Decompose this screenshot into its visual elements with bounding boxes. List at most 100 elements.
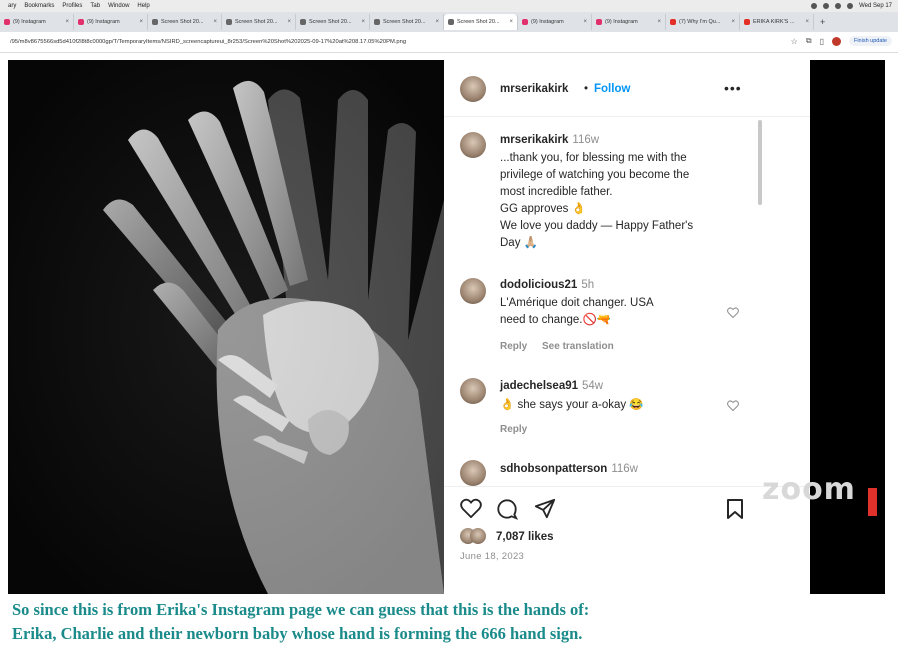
header-divider — [444, 116, 810, 117]
share-icon[interactable] — [534, 498, 556, 520]
actions-divider — [444, 486, 810, 487]
dot-separator: • — [584, 83, 589, 95]
menu-item-help[interactable]: Help — [137, 3, 149, 9]
browser-tab[interactable]: (9) Instagram × — [592, 14, 666, 30]
tab-close-icon[interactable]: × — [583, 19, 587, 25]
liker-avatar[interactable] — [470, 528, 486, 544]
follow-button[interactable]: Follow — [594, 83, 630, 95]
toolbar-icons: ☆ ⧉ ▯ Finish update — [791, 36, 892, 46]
video-frame: mrserikakirk • Follow ••• mrserikakirk 11… — [8, 60, 885, 594]
os-menu-bar: ary Bookmarks Profiles Tab Window Help W… — [0, 0, 898, 12]
tab-label: Screen Shot 20... — [457, 19, 500, 25]
tab-label: (9) Instagram — [13, 19, 46, 25]
tab-favicon-icon — [152, 19, 158, 25]
comment-avatar[interactable] — [460, 278, 486, 304]
url-text[interactable]: /95/m8v8675566sd5d410f2l8t8c0000gp/T/Tem… — [10, 39, 406, 45]
menu-item-history[interactable]: ary — [8, 3, 16, 9]
reply-link[interactable]: Reply — [500, 341, 527, 352]
sidebar-icon[interactable]: ▯ — [820, 37, 824, 46]
author-avatar[interactable] — [460, 76, 486, 102]
finish-update-button[interactable]: Finish update — [848, 36, 892, 46]
tab-label: ERIKA KIRK'S ... — [753, 19, 795, 25]
browser-tab-strip: (9) Instagram × (9) Instagram × Screen Shot … — [0, 12, 898, 32]
wifi-icon[interactable] — [835, 3, 842, 9]
tab-favicon-icon — [226, 19, 232, 25]
tab-favicon-icon — [744, 19, 750, 25]
tab-label: Screen Shot 20... — [383, 19, 426, 25]
comment-username[interactable]: jadechelsea91 54w — [500, 380, 603, 392]
comment-username[interactable]: mrserikakirk 116w — [500, 134, 599, 146]
profile-icon[interactable] — [831, 36, 841, 46]
instagram-post-panel: mrserikakirk • Follow ••• mrserikakirk 11… — [444, 60, 810, 594]
browser-tab[interactable]: Screen Shot 20... × — [222, 14, 296, 30]
tab-favicon-icon — [4, 19, 10, 25]
comment-username[interactable]: dodolicious21 5h — [500, 279, 594, 291]
reply-link[interactable]: Reply — [500, 424, 527, 435]
menu-item-bookmarks[interactable]: Bookmarks — [24, 3, 54, 9]
post-date: June 18, 2023 — [460, 551, 525, 562]
tab-close-icon[interactable]: × — [509, 19, 513, 25]
comment-time: 5h — [581, 279, 595, 291]
more-options-icon[interactable]: ••• — [724, 80, 742, 96]
browser-tab[interactable]: ERIKA KIRK'S ... × — [740, 14, 814, 30]
tab-label: Screen Shot 20... — [309, 19, 352, 25]
comment-time: 116w — [611, 463, 638, 475]
menu-item-profiles[interactable]: Profiles — [62, 3, 82, 9]
browser-tab[interactable]: (9) Instagram × — [0, 14, 74, 30]
tab-close-icon[interactable]: × — [213, 19, 217, 25]
menubar-clock[interactable]: Wed Sep 17 — [859, 3, 892, 9]
tab-close-icon[interactable]: × — [731, 19, 735, 25]
tab-label: Screen Shot 20... — [161, 19, 204, 25]
comment-text: L'Amérique doit changer. USA need to cha… — [500, 297, 654, 326]
record-icon[interactable] — [823, 3, 830, 9]
tab-close-icon[interactable]: × — [435, 19, 439, 25]
caption-line-2: Erika, Charlie and their newborn baby wh… — [12, 624, 583, 643]
like-comment-heart-icon[interactable] — [727, 307, 739, 318]
tab-label: (9) Instagram — [531, 19, 564, 25]
browser-tab[interactable]: Screen Shot 20... × — [444, 14, 518, 30]
new-tab-button[interactable]: + — [820, 17, 825, 27]
comment-icon[interactable] — [496, 498, 518, 520]
tab-label: (9) Instagram — [87, 19, 120, 25]
tab-close-icon[interactable]: × — [805, 19, 809, 25]
tab-favicon-icon — [78, 19, 84, 25]
star-icon[interactable]: ☆ — [791, 37, 798, 46]
caption-line-1: So since this is from Erika's Instagram … — [12, 600, 590, 619]
like-comment-heart-icon[interactable] — [727, 400, 739, 411]
likes-count[interactable]: 7,087 likes — [496, 531, 554, 543]
browser-tab[interactable]: Screen Shot 20... × — [370, 14, 444, 30]
browser-tab[interactable]: (9) Instagram × — [518, 14, 592, 30]
browser-tab[interactable]: Screen Shot 20... × — [148, 14, 222, 30]
status-area: Wed Sep 17 — [811, 0, 892, 12]
comment-username[interactable]: sdhobsonpatterson 116w — [500, 463, 638, 475]
comments-scrollbar[interactable] — [758, 120, 762, 205]
tab-close-icon[interactable]: × — [139, 19, 143, 25]
comment-avatar[interactable] — [460, 378, 486, 404]
comment-text: 👌 she says your a-okay 😂 — [500, 399, 644, 411]
zoom-logo-badge — [868, 488, 877, 516]
author-username[interactable]: mrserikakirk — [500, 83, 568, 95]
browser-tab[interactable]: Screen Shot 20... × — [296, 14, 370, 30]
browser-tab[interactable]: (9) Instagram × — [74, 14, 148, 30]
tab-close-icon[interactable]: × — [657, 19, 661, 25]
see-translation-link[interactable]: See translation — [542, 341, 614, 352]
save-bookmark-icon[interactable] — [726, 498, 744, 520]
menu-item-tab[interactable]: Tab — [90, 3, 100, 9]
extensions-icon[interactable]: ⧉ — [806, 36, 812, 46]
like-heart-icon[interactable] — [460, 498, 482, 518]
tab-label: Screen Shot 20... — [235, 19, 278, 25]
tab-label: (7) Why I'm Qu... — [679, 19, 721, 25]
tab-close-icon[interactable]: × — [287, 19, 291, 25]
caption-text: So since this is from Erika's Instagram … — [12, 598, 892, 646]
tab-close-icon[interactable]: × — [65, 19, 69, 25]
comment-time: 116w — [572, 134, 600, 146]
comment-avatar[interactable] — [460, 460, 486, 486]
browser-tab[interactable]: (7) Why I'm Qu... × — [666, 14, 740, 30]
search-icon[interactable] — [847, 3, 854, 9]
tab-favicon-icon — [596, 19, 602, 25]
tab-favicon-icon — [300, 19, 306, 25]
comment-avatar[interactable] — [460, 132, 486, 158]
tab-close-icon[interactable]: × — [361, 19, 365, 25]
menu-item-window[interactable]: Window — [108, 3, 129, 9]
cloud-icon[interactable] — [811, 3, 818, 9]
